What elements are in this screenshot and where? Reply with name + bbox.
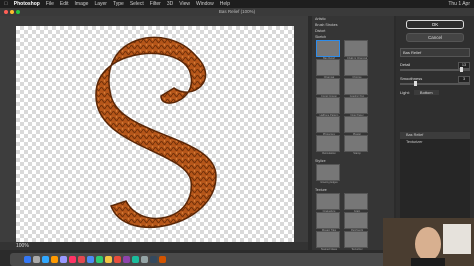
dialog-title: Bas Relief (100%) xyxy=(0,8,474,16)
menu-window[interactable]: Window xyxy=(196,0,214,8)
menu-3d[interactable]: 3D xyxy=(167,0,173,8)
preview-area xyxy=(0,16,308,249)
finder-icon[interactable] xyxy=(24,256,31,263)
filter-thumb-bas-relief[interactable]: Bas Relief xyxy=(316,40,340,60)
param-smoothness-label: Smoothness xyxy=(400,76,423,81)
filter-thumb-texturizer[interactable]: Texturizer xyxy=(344,231,368,251)
menu-filter[interactable]: Filter xyxy=(150,0,161,8)
filter-gallery: Artistic Brush Strokes Distort Sketch Ba… xyxy=(312,16,394,251)
filter-thumb-photocopy[interactable]: Photocopy xyxy=(316,116,340,136)
filter-thumb-plaster[interactable]: Plaster xyxy=(344,116,368,136)
param-smoothness: Smoothness 3 xyxy=(400,76,470,83)
filter-select[interactable]: Bas Relief xyxy=(400,48,470,57)
settings-icon[interactable] xyxy=(141,256,148,263)
indesign-icon[interactable] xyxy=(69,256,76,263)
param-detail-label: Detail xyxy=(400,62,411,67)
window-controls xyxy=(4,10,20,14)
illustrator-icon[interactable] xyxy=(51,256,58,263)
detail-slider[interactable] xyxy=(400,67,470,72)
filter-thumb-charcoal[interactable]: Charcoal xyxy=(316,59,340,79)
menu-image[interactable]: Image xyxy=(75,0,89,8)
maximize-icon[interactable] xyxy=(16,10,20,14)
terminal-icon[interactable] xyxy=(150,256,157,263)
detail-slider-handle[interactable] xyxy=(459,67,463,72)
stylize-thumbs: Glowing Edges xyxy=(312,164,394,184)
filter-thumb-stamp[interactable]: Stamp xyxy=(344,135,368,155)
light-label: Light: xyxy=(400,90,410,95)
light-select[interactable]: Bottom xyxy=(413,90,439,95)
filter-thumb-label: Reticulation xyxy=(322,152,336,155)
calendar-icon[interactable] xyxy=(114,256,121,263)
smoothness-slider[interactable] xyxy=(400,81,470,86)
photoshop-icon[interactable] xyxy=(42,256,49,263)
launchpad-icon[interactable] xyxy=(33,256,40,263)
filter-thumb-stained-glass[interactable]: Stained Glass xyxy=(316,231,340,251)
zoom-value[interactable]: 100% xyxy=(16,243,29,249)
menu-help[interactable]: Help xyxy=(220,0,230,8)
messages-icon[interactable] xyxy=(96,256,103,263)
menu-type[interactable]: Type xyxy=(113,0,124,8)
letter-s-preview xyxy=(95,36,217,229)
webcam-feed xyxy=(383,218,474,266)
smoothness-slider-handle[interactable] xyxy=(414,81,417,86)
menu-edit[interactable]: Edit xyxy=(60,0,69,8)
presenter-image xyxy=(383,218,474,266)
menu-file[interactable]: File xyxy=(46,0,54,8)
filter-thumb-patchwork[interactable]: Patchwork xyxy=(344,212,368,232)
filter-thumb-label: Stained Glass xyxy=(320,248,338,251)
bridge-icon[interactable] xyxy=(159,256,166,263)
app-name[interactable]: Photoshop xyxy=(14,0,40,8)
param-light: Light: Bottom xyxy=(400,90,470,96)
premiere-icon[interactable] xyxy=(60,256,67,263)
minimize-icon[interactable] xyxy=(10,10,14,14)
filter-thumb-grain[interactable]: Grain xyxy=(344,193,368,213)
menu-bar:  Photoshop File Edit Image Layer Type S… xyxy=(0,0,474,8)
chrome-icon[interactable] xyxy=(87,256,94,263)
filter-thumb-craquelure[interactable]: Craquelure xyxy=(316,193,340,213)
filter-thumb-reticulation[interactable]: Reticulation xyxy=(316,135,340,155)
filter-thumb-mosaic-tiles[interactable]: Mosaic Tiles xyxy=(316,212,340,232)
facetime-icon[interactable] xyxy=(132,256,139,263)
dock xyxy=(10,253,414,266)
ok-button[interactable]: OK xyxy=(406,20,464,29)
clock: Thu 1 Apr xyxy=(448,1,470,7)
effect-layer-texturizer[interactable]: Texturizer xyxy=(400,139,470,146)
param-smoothness-value[interactable]: 3 xyxy=(458,76,470,83)
filter-thumb-chalk-charcoal[interactable]: Chalk & Charcoal xyxy=(344,40,368,60)
filter-thumb-glowing-edges[interactable]: Glowing Edges xyxy=(316,164,340,184)
filter-thumb-label: Texturizer xyxy=(351,248,363,251)
menu-view[interactable]: View xyxy=(179,0,190,8)
acrobat-icon[interactable] xyxy=(78,256,85,263)
menu-select[interactable]: Select xyxy=(130,0,144,8)
cancel-button[interactable]: Cancel xyxy=(406,33,464,42)
texture-thumbs: CraquelureGrainMosaic TilesPatchwork Stai… xyxy=(312,193,394,251)
effect-layer-bas-relief[interactable]: Bas Relief xyxy=(400,132,470,139)
filter-thumb-label: Stamp xyxy=(353,152,361,155)
filter-thumb-label: Glowing Edges xyxy=(320,181,338,184)
filter-thumb-chrome[interactable]: Chrome xyxy=(344,59,368,79)
filter-thumb-cont-crayon[interactable]: Conté Crayon xyxy=(316,78,340,98)
apple-icon[interactable]:  xyxy=(4,0,8,8)
sketch-thumbs: Bas ReliefChalk & CharcoalCharcoalChrome… xyxy=(312,40,394,155)
filter-thumb-note-paper[interactable]: Note Paper xyxy=(344,97,368,117)
close-icon[interactable] xyxy=(4,10,8,14)
zoom-bar: 100% xyxy=(0,242,308,250)
preview-canvas[interactable] xyxy=(16,26,294,249)
menu-layer[interactable]: Layer xyxy=(94,0,107,8)
filter-thumb-graphic-pen[interactable]: Graphic Pen xyxy=(344,78,368,98)
filter-thumb-halftone-pattern[interactable]: Halftone Pattern xyxy=(316,97,340,117)
notes-icon[interactable] xyxy=(105,256,112,263)
music-icon[interactable] xyxy=(123,256,130,263)
